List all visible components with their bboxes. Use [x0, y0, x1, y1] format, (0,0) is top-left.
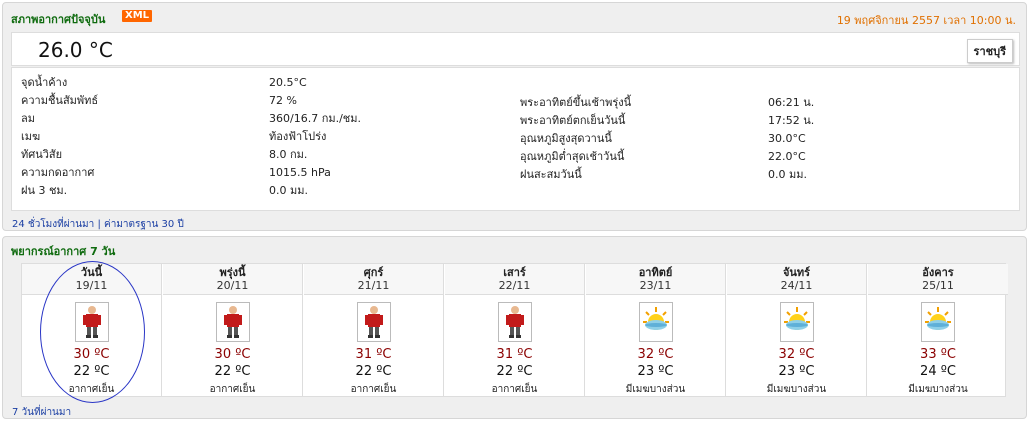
wind-label: ลม	[21, 112, 35, 125]
max-temp: 31 ºC	[355, 347, 392, 362]
day-date: 21/11	[357, 279, 390, 292]
min-temp: 23 ºC	[637, 364, 674, 379]
weather-desc: อากาศเย็น	[209, 384, 256, 395]
cloud-value: ท้องฟ้าโปร่ง	[269, 130, 327, 143]
min-temp: 23 ºC	[778, 364, 815, 379]
day-header: พรุ่งนี้ 20/11	[163, 264, 302, 295]
day-date: 22/11	[498, 279, 531, 292]
observation-table: จุดน้ำค้าง 20.5°C ความชื้นสัมพัทธ์ 72 % …	[11, 67, 1020, 211]
forecast-strip: วันนี้ 19/11 30 ºC 22 ºC อากาศเย็น พรุ่ง…	[21, 263, 1008, 397]
pressure-label: ความกดอากาศ	[21, 166, 95, 179]
wind-value: 360/16.7 กม./ชม.	[269, 112, 362, 125]
max-yesterday-value: 30.0°C	[768, 132, 806, 145]
dewpoint-label: จุดน้ำค้าง	[21, 76, 68, 89]
forecast-title: พยากรณ์อากาศ 7 วัน	[11, 245, 116, 258]
weather-desc: อากาศเย็น	[491, 384, 538, 395]
weather-desc: มีเมฆบางส่วน	[908, 384, 968, 395]
current-weather-panel: สภาพอากาศปัจจุบัน XML 19 พฤศจิกายน 2557 …	[2, 2, 1027, 231]
rain-3h-value: 0.0 มม.	[269, 184, 308, 197]
rain-today-label: ฝนสะสมวันนี้	[520, 168, 582, 181]
partly-cloudy-icon	[638, 302, 673, 342]
province-button[interactable]: ราชบุรี	[966, 39, 1013, 63]
day-name: พรุ่งนี้	[219, 266, 246, 279]
day-header: ศุกร์ 21/11	[304, 264, 443, 295]
link-separator: |	[97, 219, 101, 230]
observation-datetime: 19 พฤศจิกายน 2557 เวลา 10:00 น.	[836, 14, 1016, 27]
weather-desc: อากาศเย็น	[350, 384, 397, 395]
humidity-value: 72 %	[269, 94, 297, 107]
past-7-days-link[interactable]: 7 วันที่ผ่านมา	[12, 405, 71, 420]
day-name: อาทิตย์	[638, 266, 673, 279]
partly-cloudy-icon	[921, 302, 955, 342]
cold-person-icon	[497, 302, 532, 342]
day-date: 25/11	[922, 279, 954, 292]
rain-today-value: 0.0 มม.	[768, 168, 807, 181]
max-temp: 31 ºC	[496, 347, 533, 362]
sunrise-label: พระอาทิตย์ขึ้นเช้าพรุ่งนี้	[520, 96, 632, 109]
rain-3h-label: ฝน 3 ชม.	[21, 184, 68, 197]
dewpoint-value: 20.5°C	[269, 76, 307, 89]
max-yesterday-label: อุณหภูมิสูงสุดวานนี้	[520, 132, 612, 145]
cold-person-icon	[215, 302, 250, 342]
partly-cloudy-icon	[779, 302, 814, 342]
day-header: อังคาร 25/11	[868, 264, 1008, 295]
forecast-panel: พยากรณ์อากาศ 7 วัน วันนี้ 19/11 30 ºC 22…	[2, 236, 1027, 419]
max-temp: 33 ºC	[920, 347, 956, 362]
forecast-day: พรุ่งนี้ 20/11 30 ºC 22 ºC อากาศเย็น	[163, 264, 303, 396]
humidity-label: ความชื้นสัมพัทธ์	[21, 94, 99, 107]
min-temp: 22 ºC	[214, 364, 251, 379]
max-temp: 32 ºC	[637, 347, 674, 362]
forecast-day: ศุกร์ 21/11 31 ºC 22 ºC อากาศเย็น	[304, 264, 444, 396]
temperature-bar: 26.0 °C ราชบุรี	[11, 32, 1020, 66]
forecast-day: อาทิตย์ 23/11 32 ºC 23 ºC มีเมฆบางส่วน	[586, 264, 726, 396]
day-name: เสาร์	[503, 266, 526, 279]
min-today-label: อุณหภูมิต่ำสุดเช้าวันนี้	[520, 150, 625, 163]
forecast-day: เสาร์ 22/11 31 ºC 22 ºC อากาศเย็น	[445, 264, 585, 396]
xml-button[interactable]: XML	[122, 10, 153, 22]
weather-desc: มีเมฆบางส่วน	[766, 384, 827, 395]
day-date: 23/11	[639, 279, 672, 292]
forecast-day: อังคาร 25/11 33 ºC 24 ºC มีเมฆบางส่วน	[868, 264, 1008, 396]
day-date: 24/11	[780, 279, 813, 292]
visibility-value: 8.0 กม.	[269, 148, 308, 161]
current-weather-title: สภาพอากาศปัจจุบัน	[11, 13, 106, 26]
day-header: อาทิตย์ 23/11	[586, 264, 725, 295]
cloud-label: เมฆ	[21, 130, 41, 143]
max-temp: 30 ºC	[214, 347, 251, 362]
day-name: อังคาร	[922, 266, 954, 279]
min-temp: 22 ºC	[496, 364, 533, 379]
cold-person-icon	[356, 302, 391, 342]
today-highlight-circle	[40, 261, 145, 403]
min-temp: 22 ºC	[355, 364, 392, 379]
day-date: 20/11	[216, 279, 249, 292]
day-header: เสาร์ 22/11	[445, 264, 584, 295]
day-header: จันทร์ 24/11	[727, 264, 866, 295]
current-temperature: 26.0 °C	[38, 38, 113, 62]
normal-30y-link[interactable]: ค่ามาตรฐาน 30 ปี	[104, 219, 184, 230]
weather-desc: มีเมฆบางส่วน	[625, 384, 686, 395]
visibility-label: ทัศนวิสัย	[21, 148, 63, 161]
min-today-value: 22.0°C	[768, 150, 806, 163]
sunrise-value: 06:21 น.	[768, 96, 815, 109]
pressure-value: 1015.5 hPa	[269, 166, 331, 179]
sunset-label: พระอาทิตย์ตกเย็นวันนี้	[520, 114, 626, 127]
last-24h-link[interactable]: 24 ชั่วโมงที่ผ่านมา	[12, 219, 94, 230]
min-temp: 24 ºC	[920, 364, 956, 379]
max-temp: 32 ºC	[778, 347, 815, 362]
day-name: จันทร์	[782, 266, 811, 279]
forecast-day: จันทร์ 24/11 32 ºC 23 ºC มีเมฆบางส่วน	[727, 264, 867, 396]
history-links: 24 ชั่วโมงที่ผ่านมา | ค่ามาตรฐาน 30 ปี	[12, 217, 184, 232]
sunset-value: 17:52 น.	[768, 114, 815, 127]
day-name: ศุกร์	[363, 266, 384, 279]
